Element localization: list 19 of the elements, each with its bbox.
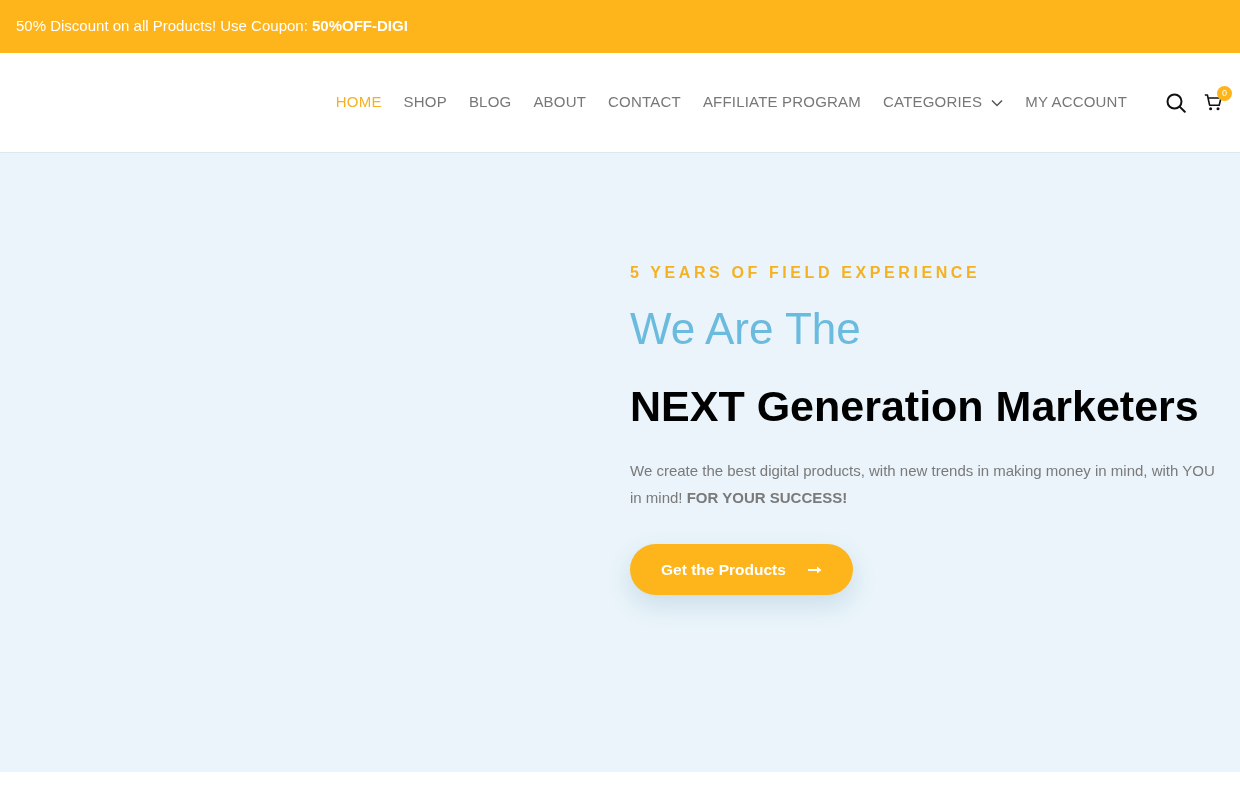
- hero-eyebrow: 5 YEARS OF FIELD EXPERIENCE: [630, 263, 982, 282]
- nav-dropdown[interactable]: CATEGORIES: [872, 91, 1015, 114]
- search-button[interactable]: [1166, 92, 1186, 113]
- cart-button[interactable]: [1204, 94, 1222, 111]
- hero-subheading: We Are The: [630, 303, 862, 355]
- search-icon: [1166, 92, 1186, 113]
- hero-heading: NEXT Generation Marketers: [630, 381, 1200, 432]
- nav-link[interactable]: ABOUT: [522, 91, 598, 114]
- hero-description: We create the best digital products, with new trends in making money in mind, with YOU in mind! FOR YOUR SUCCESS!: [630, 461, 1216, 508]
- nav-link[interactable]: BLOG: [457, 91, 523, 114]
- promo-text: 50% Discount on all Products! Use Coupon: 50%OFF-DIGI: [16, 16, 408, 37]
- nav-link[interactable]: CONTACT: [597, 91, 692, 114]
- nav-link[interactable]: MY ACCOUNT: [1014, 91, 1138, 114]
- nav-link[interactable]: AFFILIATE PROGRAM: [691, 91, 872, 114]
- caret-icon: [991, 98, 1004, 107]
- cart-icon: [1204, 94, 1222, 111]
- nav-link[interactable]: SHOP: [392, 91, 458, 114]
- arrow-icon: [807, 565, 822, 574]
- cart-count-badge: 0: [1217, 86, 1232, 101]
